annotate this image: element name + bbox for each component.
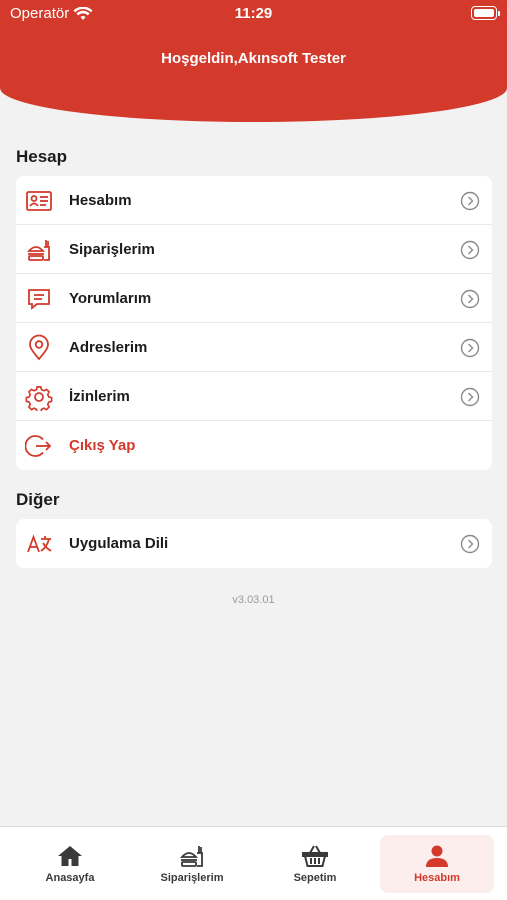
app-version: v3.03.01 (232, 594, 275, 606)
section-title-other: Diğer (16, 490, 60, 509)
battery-icon (471, 6, 500, 20)
other-menu-card: Uygulama Dili (16, 519, 492, 568)
menu-item-label: Hesabım (69, 191, 132, 209)
section-title-account: Hesap (16, 147, 68, 166)
chevron-right-icon (460, 191, 480, 211)
comment-icon (25, 285, 53, 313)
menu-item-orders[interactable]: Siparişlerim (16, 225, 492, 274)
tab-label: Hesabım (414, 872, 460, 884)
tab-label: Siparişlerim (160, 872, 224, 884)
chevron-right-icon (460, 338, 480, 358)
tab-label: Anasayfa (45, 872, 95, 884)
chevron-right-icon (460, 240, 480, 260)
food-order-icon (25, 236, 53, 264)
tab-bar: Anasayfa Siparişlerim Sepetim Hesabım (0, 826, 507, 900)
logout-icon (25, 432, 53, 460)
menu-item-account[interactable]: Hesabım (16, 176, 492, 225)
tab-label: Sepetim (293, 872, 337, 884)
menu-item-addresses[interactable]: Adreslerim (16, 323, 492, 372)
account-menu-card: Hesabım Siparişlerim Yorumlarım Adresler… (16, 176, 492, 470)
chevron-right-icon (460, 387, 480, 407)
menu-item-reviews[interactable]: Yorumlarım (16, 274, 492, 323)
chevron-right-icon (460, 289, 480, 309)
chevron-right-icon (460, 534, 480, 554)
menu-item-label: İzinlerim (69, 387, 130, 405)
tab-basket[interactable]: Sepetim (258, 835, 372, 893)
basket-icon (302, 845, 328, 867)
menu-item-permissions[interactable]: İzinlerim (16, 372, 492, 421)
food-order-icon (180, 846, 203, 867)
menu-item-label: Çıkış Yap (69, 437, 136, 454)
menu-item-label: Yorumlarım (69, 289, 152, 307)
id-card-icon (25, 187, 53, 215)
status-bar: Operatör 11:29 (0, 0, 507, 28)
menu-item-label: Uygulama Dili (69, 535, 169, 552)
tab-orders[interactable]: Siparişlerim (135, 835, 249, 893)
home-icon (58, 846, 82, 866)
gear-icon (25, 383, 53, 411)
tab-account[interactable]: Hesabım (380, 835, 494, 893)
status-time: 11:29 (234, 5, 273, 22)
translate-icon (25, 530, 53, 558)
tab-home[interactable]: Anasayfa (13, 835, 127, 893)
menu-item-label: Siparişlerim (69, 240, 155, 258)
header: Operatör 11:29 Hoşgeldin,Akınsoft Tester (0, 0, 507, 122)
user-icon (426, 845, 448, 867)
menu-item-app-language[interactable]: Uygulama Dili (16, 519, 492, 568)
menu-item-logout[interactable]: Çıkış Yap (16, 421, 492, 470)
greeting-title: Hoşgeldin,Akınsoft Tester (161, 50, 346, 67)
location-pin-icon (25, 334, 53, 362)
menu-item-label: Adreslerim (69, 338, 148, 356)
